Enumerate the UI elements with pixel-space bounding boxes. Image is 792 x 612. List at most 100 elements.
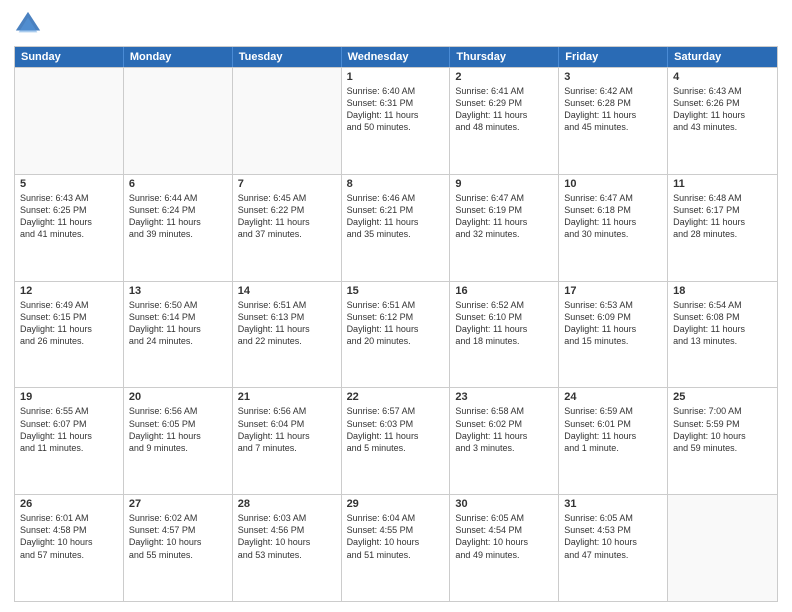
calendar-cell: 30 Sunrise: 6:05 AM Sunset: 4:54 PM Dayli… (450, 495, 559, 601)
day-number: 14 (238, 285, 336, 297)
calendar-cell: 24 Sunrise: 6:59 AM Sunset: 6:01 PM Dayli… (559, 388, 668, 494)
day-info: Sunrise: 6:59 AM Sunset: 6:01 PM Dayligh… (564, 405, 662, 454)
calendar-cell: 1 Sunrise: 6:40 AM Sunset: 6:31 PM Daylig… (342, 68, 451, 174)
calendar-cell: 31 Sunrise: 6:05 AM Sunset: 4:53 PM Dayli… (559, 495, 668, 601)
day-number: 21 (238, 391, 336, 403)
day-info: Sunrise: 6:05 AM Sunset: 4:53 PM Dayligh… (564, 512, 662, 561)
calendar-cell: 12Sunrise: 6:49 AM Sunset: 6:15 PM Dayli… (15, 282, 124, 388)
day-number: 17 (564, 285, 662, 297)
weekday-header: Monday (124, 47, 233, 67)
calendar-cell: 27 Sunrise: 6:02 AM Sunset: 4:57 PM Dayli… (124, 495, 233, 601)
day-number: 30 (455, 498, 553, 510)
calendar-cell: 18Sunrise: 6:54 AM Sunset: 6:08 PM Dayli… (668, 282, 777, 388)
day-number: 8 (347, 178, 445, 190)
calendar-row: 12Sunrise: 6:49 AM Sunset: 6:15 PM Dayli… (15, 281, 777, 388)
day-number: 25 (673, 391, 772, 403)
day-number: 13 (129, 285, 227, 297)
header (14, 10, 778, 38)
day-info: Sunrise: 6:04 AM Sunset: 4:55 PM Dayligh… (347, 512, 445, 561)
day-info: Sunrise: 6:42 AM Sunset: 6:28 PM Dayligh… (564, 85, 662, 134)
day-number: 31 (564, 498, 662, 510)
day-number: 29 (347, 498, 445, 510)
day-number: 9 (455, 178, 553, 190)
day-info: Sunrise: 6:44 AM Sunset: 6:24 PM Dayligh… (129, 192, 227, 241)
calendar-cell: 3Sunrise: 6:42 AM Sunset: 6:28 PM Daylig… (559, 68, 668, 174)
day-info: Sunrise: 6:05 AM Sunset: 4:54 PM Dayligh… (455, 512, 553, 561)
calendar-header: SundayMondayTuesdayWednesdayThursdayFrid… (15, 47, 777, 67)
day-info: Sunrise: 6:47 AM Sunset: 6:19 PM Dayligh… (455, 192, 553, 241)
day-info: Sunrise: 6:02 AM Sunset: 4:57 PM Dayligh… (129, 512, 227, 561)
calendar-cell (15, 68, 124, 174)
calendar-cell: 6 Sunrise: 6:44 AM Sunset: 6:24 PM Daylig… (124, 175, 233, 281)
day-number: 27 (129, 498, 227, 510)
calendar-cell: 10 Sunrise: 6:47 AM Sunset: 6:18 PM Dayli… (559, 175, 668, 281)
calendar-cell: 28 Sunrise: 6:03 AM Sunset: 4:56 PM Dayli… (233, 495, 342, 601)
calendar-row: 19Sunrise: 6:55 AM Sunset: 6:07 PM Dayli… (15, 387, 777, 494)
weekday-header: Sunday (15, 47, 124, 67)
day-number: 15 (347, 285, 445, 297)
day-info: Sunrise: 6:41 AM Sunset: 6:29 PM Dayligh… (455, 85, 553, 134)
calendar-cell: 16Sunrise: 6:52 AM Sunset: 6:10 PM Dayli… (450, 282, 559, 388)
calendar-cell: 8 Sunrise: 6:46 AM Sunset: 6:21 PM Daylig… (342, 175, 451, 281)
day-info: Sunrise: 6:43 AM Sunset: 6:25 PM Dayligh… (20, 192, 118, 241)
day-number: 1 (347, 71, 445, 83)
day-info: Sunrise: 6:40 AM Sunset: 6:31 PM Dayligh… (347, 85, 445, 134)
day-number: 6 (129, 178, 227, 190)
calendar-cell: 20Sunrise: 6:56 AM Sunset: 6:05 PM Dayli… (124, 388, 233, 494)
calendar-cell (668, 495, 777, 601)
weekday-header: Friday (559, 47, 668, 67)
calendar-row: 5 Sunrise: 6:43 AM Sunset: 6:25 PM Daylig… (15, 174, 777, 281)
day-info: Sunrise: 6:57 AM Sunset: 6:03 PM Dayligh… (347, 405, 445, 454)
calendar-cell: 2Sunrise: 6:41 AM Sunset: 6:29 PM Daylig… (450, 68, 559, 174)
calendar-cell: 5 Sunrise: 6:43 AM Sunset: 6:25 PM Daylig… (15, 175, 124, 281)
day-info: Sunrise: 6:01 AM Sunset: 4:58 PM Dayligh… (20, 512, 118, 561)
calendar-cell: 4 Sunrise: 6:43 AM Sunset: 6:26 PM Daylig… (668, 68, 777, 174)
calendar-cell: 11 Sunrise: 6:48 AM Sunset: 6:17 PM Dayli… (668, 175, 777, 281)
day-number: 23 (455, 391, 553, 403)
day-info: Sunrise: 6:46 AM Sunset: 6:21 PM Dayligh… (347, 192, 445, 241)
calendar-cell: 14 Sunrise: 6:51 AM Sunset: 6:13 PM Dayli… (233, 282, 342, 388)
day-number: 4 (673, 71, 772, 83)
day-info: Sunrise: 6:51 AM Sunset: 6:12 PM Dayligh… (347, 299, 445, 348)
day-info: Sunrise: 6:43 AM Sunset: 6:26 PM Dayligh… (673, 85, 772, 134)
day-info: Sunrise: 6:54 AM Sunset: 6:08 PM Dayligh… (673, 299, 772, 348)
day-info: Sunrise: 6:47 AM Sunset: 6:18 PM Dayligh… (564, 192, 662, 241)
day-info: Sunrise: 6:56 AM Sunset: 6:04 PM Dayligh… (238, 405, 336, 454)
day-info: Sunrise: 6:53 AM Sunset: 6:09 PM Dayligh… (564, 299, 662, 348)
calendar-cell: 26 Sunrise: 6:01 AM Sunset: 4:58 PM Dayli… (15, 495, 124, 601)
calendar-cell: 19Sunrise: 6:55 AM Sunset: 6:07 PM Dayli… (15, 388, 124, 494)
calendar-cell: 25 Sunrise: 7:00 AM Sunset: 5:59 PM Dayli… (668, 388, 777, 494)
day-info: Sunrise: 6:56 AM Sunset: 6:05 PM Dayligh… (129, 405, 227, 454)
calendar-cell: 22 Sunrise: 6:57 AM Sunset: 6:03 PM Dayli… (342, 388, 451, 494)
day-info: Sunrise: 6:50 AM Sunset: 6:14 PM Dayligh… (129, 299, 227, 348)
page: SundayMondayTuesdayWednesdayThursdayFrid… (0, 0, 792, 612)
calendar-cell: 7Sunrise: 6:45 AM Sunset: 6:22 PM Daylig… (233, 175, 342, 281)
day-info: Sunrise: 6:49 AM Sunset: 6:15 PM Dayligh… (20, 299, 118, 348)
day-info: Sunrise: 6:48 AM Sunset: 6:17 PM Dayligh… (673, 192, 772, 241)
day-number: 26 (20, 498, 118, 510)
weekday-header: Wednesday (342, 47, 451, 67)
logo (14, 10, 46, 38)
day-info: Sunrise: 6:03 AM Sunset: 4:56 PM Dayligh… (238, 512, 336, 561)
day-info: Sunrise: 6:58 AM Sunset: 6:02 PM Dayligh… (455, 405, 553, 454)
day-number: 28 (238, 498, 336, 510)
day-number: 22 (347, 391, 445, 403)
weekday-header: Tuesday (233, 47, 342, 67)
logo-icon (14, 10, 42, 38)
calendar-cell: 17 Sunrise: 6:53 AM Sunset: 6:09 PM Dayli… (559, 282, 668, 388)
calendar-cell: 21 Sunrise: 6:56 AM Sunset: 6:04 PM Dayli… (233, 388, 342, 494)
day-info: Sunrise: 6:45 AM Sunset: 6:22 PM Dayligh… (238, 192, 336, 241)
day-number: 19 (20, 391, 118, 403)
day-info: Sunrise: 6:51 AM Sunset: 6:13 PM Dayligh… (238, 299, 336, 348)
weekday-header: Thursday (450, 47, 559, 67)
day-number: 5 (20, 178, 118, 190)
calendar-row: 1 Sunrise: 6:40 AM Sunset: 6:31 PM Daylig… (15, 67, 777, 174)
calendar-cell: 9 Sunrise: 6:47 AM Sunset: 6:19 PM Daylig… (450, 175, 559, 281)
day-number: 16 (455, 285, 553, 297)
day-number: 11 (673, 178, 772, 190)
calendar-body: 1 Sunrise: 6:40 AM Sunset: 6:31 PM Daylig… (15, 67, 777, 601)
day-number: 24 (564, 391, 662, 403)
calendar-row: 26 Sunrise: 6:01 AM Sunset: 4:58 PM Dayli… (15, 494, 777, 601)
day-number: 10 (564, 178, 662, 190)
day-info: Sunrise: 7:00 AM Sunset: 5:59 PM Dayligh… (673, 405, 772, 454)
